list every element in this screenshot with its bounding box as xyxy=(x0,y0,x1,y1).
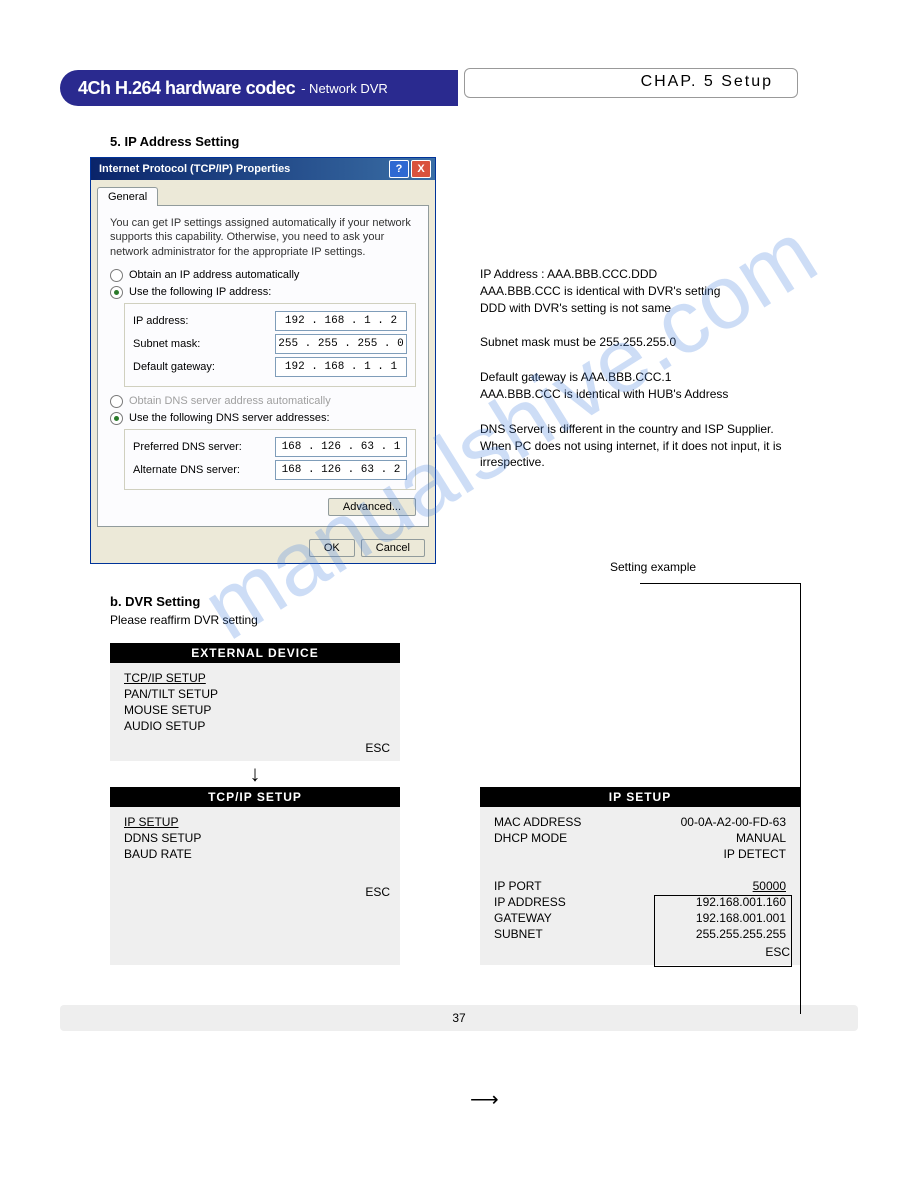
dialog-description: You can get IP settings assigned automat… xyxy=(110,216,416,259)
note-ip-2: AAA.BBB.CCC is identical with DVR's sett… xyxy=(480,284,720,298)
note-dns-1: DNS Server is different in the country a… xyxy=(480,422,774,436)
ip-address-field[interactable]: 192 . 168 . 1 . 2 xyxy=(275,311,407,331)
ok-button[interactable]: OK xyxy=(309,539,355,557)
cancel-button[interactable]: Cancel xyxy=(361,539,425,557)
tcpip-setup-panel: TCP/IP SETUP IP SETUP DDNS SETUP BAUD RA… xyxy=(110,787,400,965)
tcpip-setup-title: TCP/IP SETUP xyxy=(110,787,400,807)
ip-port-label: IP PORT xyxy=(494,879,542,893)
label-alternate-dns: Alternate DNS server: xyxy=(133,464,240,476)
default-gateway-field[interactable]: 192 . 168 . 1 . 1 xyxy=(275,357,407,377)
banner-title: 4Ch H.264 hardware codec xyxy=(78,78,295,99)
label-preferred-dns: Preferred DNS server: xyxy=(133,441,242,453)
arrow-down-icon: ↓ xyxy=(110,761,400,787)
subnet-value: 255.255.255.255 xyxy=(696,927,786,941)
note-ip-3: DDD with DVR's setting is not same xyxy=(480,301,671,315)
banner-subtitle: - Network DVR xyxy=(301,81,388,96)
label-default-gateway: Default gateway: xyxy=(133,361,215,373)
label-subnet-mask: Subnet mask: xyxy=(133,338,200,350)
banner: 4Ch H.264 hardware codec - Network DVR xyxy=(60,70,458,106)
subnet-mask-field[interactable]: 255 . 255 . 255 . 0 xyxy=(275,334,407,354)
alternate-dns-field[interactable]: 168 . 126 . 63 . 2 xyxy=(275,460,407,480)
note-ip-1: IP Address : AAA.BBB.CCC.DDD xyxy=(480,267,657,281)
subnet-label: SUBNET xyxy=(494,927,543,941)
note-gw-1: Default gateway is AAA.BBB.CCC.1 xyxy=(480,370,671,384)
esc-label[interactable]: ESC xyxy=(365,741,390,755)
radio-use-dns[interactable] xyxy=(110,412,123,425)
radio-obtain-ip-label: Obtain an IP address automatically xyxy=(129,269,299,281)
advanced-button[interactable]: Advanced... xyxy=(328,498,416,516)
gateway-label: GATEWAY xyxy=(494,911,552,925)
ip-port-value: 50000 xyxy=(753,879,786,893)
radio-obtain-dns xyxy=(110,395,123,408)
radio-use-ip-label: Use the following IP address: xyxy=(129,286,271,298)
radio-obtain-dns-label: Obtain DNS server address automatically xyxy=(129,395,331,407)
note-gw-2: AAA.BBB.CCC is identical with HUB's Addr… xyxy=(480,387,728,401)
note-dns-2: When PC does not using internet, if it d… xyxy=(480,439,782,470)
dialog-title: Internet Protocol (TCP/IP) Properties xyxy=(99,163,290,175)
menu-baud-rate[interactable]: BAUD RATE xyxy=(124,847,386,861)
preferred-dns-field[interactable]: 168 . 126 . 63 . 1 xyxy=(275,437,407,457)
gateway-value: 192.168.001.001 xyxy=(696,911,786,925)
mac-address-label: MAC ADDRESS xyxy=(494,815,581,829)
radio-use-ip[interactable] xyxy=(110,286,123,299)
section-title: 5. IP Address Setting xyxy=(110,134,858,149)
radio-use-dns-label: Use the following DNS server addresses: xyxy=(129,412,330,424)
esc-label[interactable]: ESC xyxy=(765,945,790,959)
close-icon[interactable]: X xyxy=(411,160,431,178)
note-subnet: Subnet mask must be 255.255.255.0 xyxy=(480,334,840,351)
notes-block: IP Address : AAA.BBB.CCC.DDD AAA.BBB.CCC… xyxy=(480,266,840,489)
dhcp-mode-value: MANUAL xyxy=(736,831,786,845)
esc-label[interactable]: ESC xyxy=(365,885,390,899)
external-device-title: EXTERNAL DEVICE xyxy=(110,643,400,663)
ip-detect-value: IP DETECT xyxy=(724,847,786,861)
ip-setup-title: IP SETUP xyxy=(480,787,800,807)
tab-general[interactable]: General xyxy=(97,187,158,206)
menu-ip-setup[interactable]: IP SETUP xyxy=(124,815,386,829)
ip-address-value: 192.168.001.160 xyxy=(696,895,786,909)
menu-pantilt-setup[interactable]: PAN/TILT SETUP xyxy=(124,687,386,701)
menu-ddns-setup[interactable]: DDNS SETUP xyxy=(124,831,386,845)
mac-address-value: 00-0A-A2-00-FD-63 xyxy=(681,815,786,829)
dhcp-mode-label: DHCP MODE xyxy=(494,831,567,845)
radio-obtain-ip[interactable] xyxy=(110,269,123,282)
chapter-label: CHAP. 5 Setup xyxy=(464,68,798,98)
external-device-panel: EXTERNAL DEVICE TCP/IP SETUP PAN/TILT SE… xyxy=(110,643,400,761)
ip-setup-panel: IP SETUP MAC ADDRESS 00-0A-A2-00-FD-63 D… xyxy=(480,787,800,965)
menu-tcpip-setup[interactable]: TCP/IP SETUP xyxy=(124,671,386,685)
tcpip-properties-dialog: Internet Protocol (TCP/IP) Properties ? … xyxy=(90,157,436,564)
ip-address-label: IP ADDRESS xyxy=(494,895,566,909)
menu-mouse-setup[interactable]: MOUSE SETUP xyxy=(124,703,386,717)
arrow-right-icon: ⟶ xyxy=(470,1087,499,1112)
menu-audio-setup[interactable]: AUDIO SETUP xyxy=(124,719,386,733)
help-icon[interactable]: ? xyxy=(389,160,409,178)
setting-example-label: Setting example xyxy=(610,560,696,574)
label-ip-address: IP address: xyxy=(133,315,188,327)
